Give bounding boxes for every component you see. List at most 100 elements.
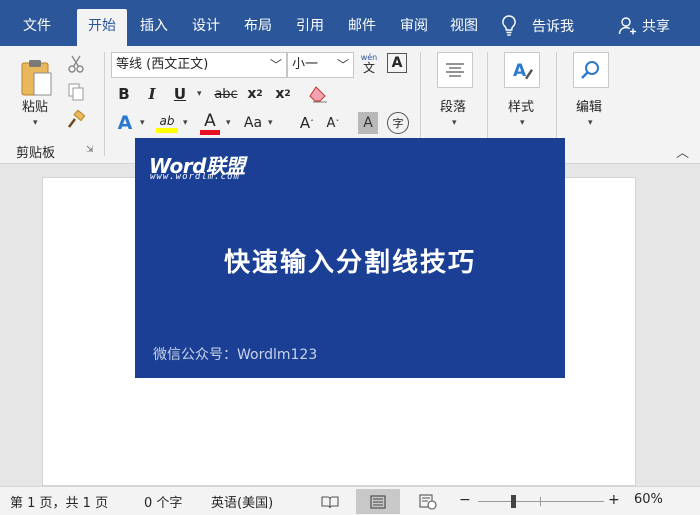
char-shading-button[interactable]: A: [358, 112, 378, 134]
highlight-ab-text: ab: [159, 113, 175, 128]
grow-font-button[interactable]: Aˆ: [296, 112, 318, 134]
clipboard-dialog-launcher-icon[interactable]: ⇲: [86, 145, 94, 155]
tab-view[interactable]: 视图: [439, 9, 489, 46]
text-effects-dropdown-arrow[interactable]: ▾: [140, 118, 145, 128]
tab-review[interactable]: 审阅: [389, 9, 439, 46]
language-status[interactable]: 英语(美国): [211, 492, 273, 511]
chevron-down-icon: ﹀: [336, 58, 349, 72]
word-count-status[interactable]: 0 个字: [144, 492, 182, 511]
zoom-slider-thumb[interactable]: [510, 495, 516, 508]
styles-label: 样式: [508, 100, 535, 115]
share-person-icon: [618, 17, 636, 35]
copy-icon: [68, 83, 84, 101]
paste-dropdown-arrow[interactable]: ▾: [33, 118, 38, 128]
clipboard-group-label: 剪贴板: [16, 146, 56, 161]
subscript-x-text: x: [247, 86, 257, 102]
status-bar: 第 1 页，共 1 页 0 个字 英语(美国) − + 60%: [0, 486, 700, 515]
change-case-dropdown-arrow[interactable]: ▾: [268, 118, 273, 128]
paragraph-button[interactable]: [437, 52, 473, 88]
zoom-out-button[interactable]: −: [459, 492, 471, 508]
text-effects-button[interactable]: A: [113, 110, 137, 136]
styles-dropdown-arrow[interactable]: ▾: [520, 118, 525, 128]
change-case-button[interactable]: Aa: [240, 112, 266, 134]
underline-button[interactable]: U: [170, 83, 190, 105]
shrink-font-text: A: [326, 115, 336, 131]
tab-home[interactable]: 开始: [77, 9, 127, 46]
title-tab-bar: 文件 开始 插入 设计 布局 引用 邮件 审阅 视图 告诉我 共享: [0, 0, 700, 46]
web-layout-icon: [419, 493, 437, 510]
paste-button[interactable]: [18, 56, 54, 98]
clear-formatting-button[interactable]: [306, 82, 330, 106]
tell-me-label: 告诉我: [532, 19, 574, 35]
font-size-combo[interactable]: 小一 ﹀: [287, 52, 354, 78]
editing-button[interactable]: [573, 52, 609, 88]
page-count-status[interactable]: 第 1 页，共 1 页: [10, 492, 108, 511]
superscript-x-text: x: [275, 86, 285, 102]
read-mode-button[interactable]: [316, 489, 344, 514]
enclose-chars-button[interactable]: 字: [387, 112, 409, 134]
font-color-button[interactable]: A: [198, 110, 222, 136]
share-button[interactable]: 共享: [618, 9, 670, 43]
paragraph-label: 段落: [440, 100, 467, 115]
print-layout-button[interactable]: [356, 489, 400, 514]
editing-label: 编辑: [576, 100, 603, 115]
superscript-2-text: 2: [284, 89, 291, 99]
print-layout-icon: [370, 494, 386, 509]
book-icon: [321, 495, 339, 508]
tab-insert[interactable]: 插入: [129, 9, 179, 46]
font-color-a-text: A: [204, 110, 216, 131]
paste-label: 粘贴: [22, 100, 49, 115]
web-layout-button[interactable]: [414, 489, 442, 514]
chevron-down-icon: ﹀: [269, 58, 282, 72]
tab-references[interactable]: 引用: [285, 9, 335, 46]
format-painter-button[interactable]: [64, 108, 88, 132]
eraser-icon: [309, 86, 327, 103]
phonetic-guide-button[interactable]: wén 文: [358, 52, 380, 76]
editing-dropdown-arrow[interactable]: ▾: [588, 118, 593, 128]
copy-button[interactable]: [64, 80, 88, 104]
bold-button[interactable]: B: [114, 83, 134, 105]
tab-design[interactable]: 设计: [181, 9, 231, 46]
shrink-caret-icon: ˇ: [335, 118, 340, 128]
font-color-swatch: [200, 129, 220, 135]
font-name-combo[interactable]: 等线 (西文正文) ﹀: [111, 52, 287, 78]
italic-button[interactable]: I: [142, 83, 162, 105]
banner-headline: 快速输入分割线技巧: [223, 248, 476, 278]
cut-button[interactable]: [64, 52, 88, 76]
logo-url-text: www.wordlm.com: [150, 172, 240, 182]
shrink-font-button[interactable]: Aˇ: [322, 112, 344, 134]
font-size-value: 小一: [292, 57, 319, 72]
highlight-button[interactable]: ab: [154, 110, 180, 136]
subscript-button[interactable]: x2: [244, 83, 266, 105]
grow-font-text: A: [299, 114, 311, 132]
tab-file[interactable]: 文件: [12, 9, 62, 46]
zoom-in-button[interactable]: +: [608, 492, 620, 508]
search-icon: [581, 61, 599, 79]
styles-icon: A: [513, 61, 533, 81]
paragraph-dropdown-arrow[interactable]: ▾: [452, 118, 457, 128]
phonetic-char-text: 文: [362, 61, 375, 75]
tab-mailings[interactable]: 邮件: [337, 9, 387, 46]
scissors-icon: [68, 55, 84, 73]
strikethrough-button[interactable]: abc: [211, 83, 241, 105]
highlight-dropdown-arrow[interactable]: ▾: [183, 118, 188, 128]
zoom-percent-status[interactable]: 60%: [634, 492, 663, 507]
font-color-dropdown-arrow[interactable]: ▾: [226, 118, 231, 128]
char-border-button[interactable]: A: [387, 53, 407, 73]
paintbrush-icon: [68, 110, 86, 128]
styles-button[interactable]: A: [504, 52, 540, 88]
clipboard-paste-icon: [21, 60, 52, 96]
tab-layout[interactable]: 布局: [233, 9, 283, 46]
paragraph-align-icon: [446, 63, 464, 77]
underline-dropdown-arrow[interactable]: ▾: [197, 89, 202, 99]
lightbulb-icon: [502, 15, 516, 36]
zoom-slider-track[interactable]: [478, 495, 604, 508]
highlight-color-swatch: [156, 127, 178, 133]
collapse-ribbon-chevron-up-icon[interactable]: ︿: [676, 142, 689, 161]
grow-caret-icon: ˆ: [310, 118, 315, 128]
superscript-button[interactable]: x2: [272, 83, 294, 105]
title-banner: Word联盟 www.wordlm.com 快速输入分割线技巧 微信公众号：Wo…: [135, 138, 565, 378]
tell-me-button[interactable]: 告诉我: [500, 9, 574, 43]
group-separator: [104, 52, 105, 156]
svg-text:A: A: [513, 61, 527, 81]
